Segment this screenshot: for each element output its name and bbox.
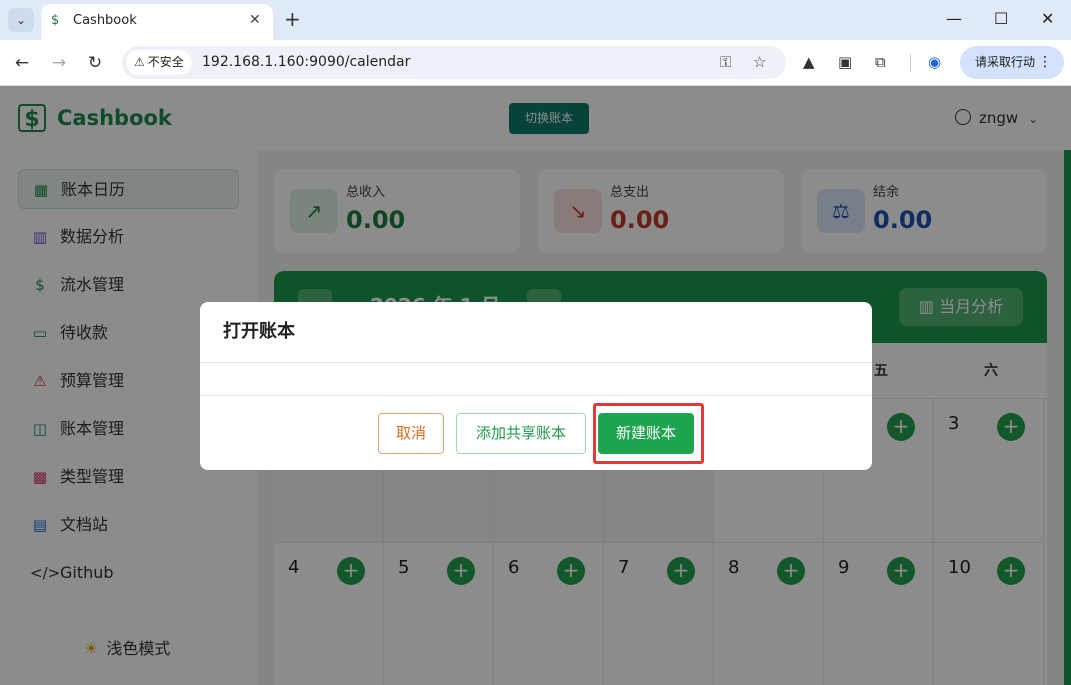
tab-search-button[interactable]: ⌄ bbox=[8, 8, 34, 32]
more-menu-icon[interactable]: ⋮ bbox=[1038, 46, 1052, 79]
add-shared-book-button[interactable]: 添加共享账本 bbox=[456, 413, 586, 454]
address-bar[interactable]: ⚠ 不安全 192.168.1.160:9090/calendar ⚿ ☆ bbox=[122, 46, 786, 79]
url-text[interactable]: 192.168.1.160:9090/calendar bbox=[202, 53, 410, 72]
browser-tab-bar: ⌄ $ Cashbook ✕ + — ☐ ✕ bbox=[0, 0, 1071, 40]
bookmark-star-icon[interactable]: ☆ bbox=[753, 53, 766, 72]
browser-toolbar: ← → ↻ ⚠ 不安全 192.168.1.160:9090/calendar ⚿… bbox=[0, 40, 1071, 86]
tab-title: Cashbook bbox=[73, 13, 137, 28]
browser-tab[interactable]: $ Cashbook ✕ bbox=[41, 4, 273, 40]
maximize-icon[interactable]: ☐ bbox=[994, 8, 1008, 30]
dialog-divider bbox=[200, 395, 872, 396]
forward-icon[interactable]: → bbox=[46, 50, 72, 76]
new-tab-icon[interactable]: + bbox=[284, 8, 301, 30]
dialog-title: 打开账本 bbox=[223, 321, 295, 342]
extensions-puzzle-icon[interactable]: ⧉ bbox=[875, 52, 886, 72]
open-book-dialog: 打开账本 取消 添加共享账本 新建账本 bbox=[200, 302, 872, 470]
annotation-highlight-box bbox=[593, 403, 704, 464]
extension-mountain-icon[interactable]: ▲ bbox=[803, 52, 815, 72]
toolbar-separator bbox=[910, 54, 911, 72]
extension-app-icon[interactable]: ▣ bbox=[838, 52, 852, 72]
dialog-divider bbox=[200, 362, 872, 363]
take-action-button[interactable]: 请采取行动 ⋮ bbox=[960, 46, 1064, 79]
tab-close-icon[interactable]: ✕ bbox=[249, 11, 261, 29]
password-key-icon[interactable]: ⚿ bbox=[720, 53, 731, 72]
profile-icon[interactable]: ◉ bbox=[928, 52, 941, 72]
warning-icon: ⚠ bbox=[134, 55, 145, 69]
security-chip[interactable]: ⚠ 不安全 bbox=[126, 50, 192, 75]
reload-icon[interactable]: ↻ bbox=[82, 50, 108, 76]
cancel-button[interactable]: 取消 bbox=[378, 413, 444, 454]
back-icon[interactable]: ← bbox=[9, 50, 35, 76]
window-close-icon[interactable]: ✕ bbox=[1041, 8, 1054, 30]
minimize-icon[interactable]: — bbox=[946, 8, 962, 30]
cashbook-favicon-icon: $ bbox=[51, 13, 60, 28]
